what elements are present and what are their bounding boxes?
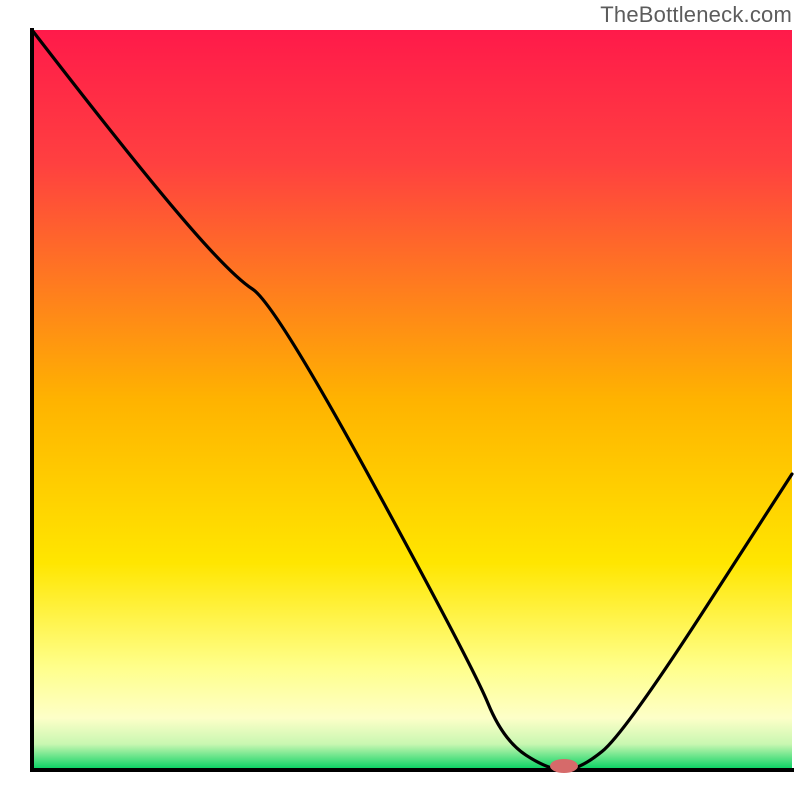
bottleneck-chart: TheBottleneck.com (0, 0, 800, 800)
watermark-text: TheBottleneck.com (600, 2, 792, 28)
chart-svg (0, 0, 800, 800)
optimal-marker (550, 759, 578, 773)
gradient-background (32, 30, 792, 770)
